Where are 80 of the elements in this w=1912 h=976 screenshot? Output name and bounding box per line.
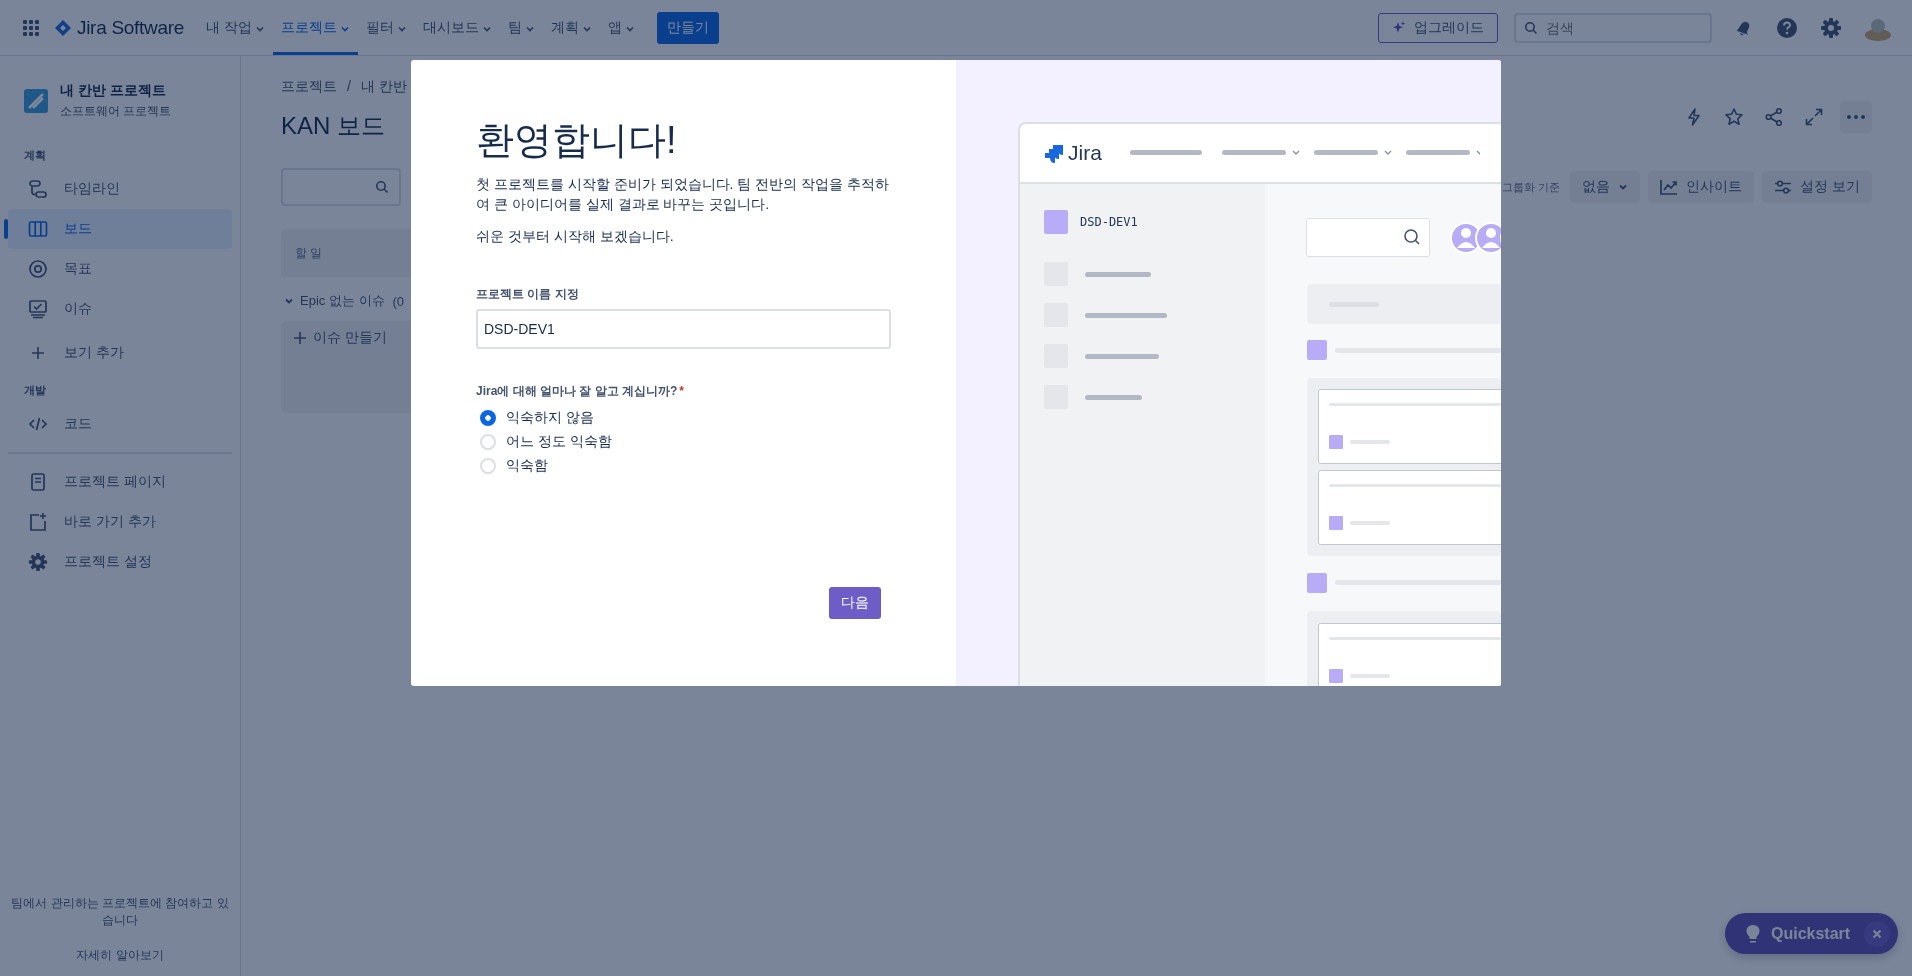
section-heading: 계획	[23, 148, 47, 163]
insights-button[interactable]: 인사이트	[1648, 171, 1755, 203]
radio-option[interactable]: 어느 정도 익숙함	[476, 429, 891, 454]
project-square-icon	[1044, 210, 1068, 234]
app-switcher-icon[interactable]	[22, 18, 40, 37]
create-issue-button[interactable]: 이슈 만들기	[293, 329, 387, 347]
star-icon[interactable]	[1724, 107, 1744, 127]
group-by-label: 그룹화 기준	[1502, 179, 1561, 195]
upgrade-button[interactable]: 업그레이드	[1378, 12, 1498, 43]
product-name[interactable]: Jira Software	[77, 16, 184, 39]
group-by-dropdown[interactable]: 없음	[1570, 171, 1641, 203]
help-icon[interactable]	[1776, 16, 1798, 39]
chart-icon	[1660, 179, 1679, 195]
sidebar-link[interactable]: 바로 가기 추가	[8, 502, 232, 542]
board-icon	[28, 219, 48, 239]
column-header: 할 일	[281, 229, 412, 277]
view-settings-button[interactable]: 설정 보기	[1762, 171, 1872, 203]
settings-icon[interactable]	[1820, 16, 1842, 39]
search-icon	[1524, 20, 1538, 35]
dialog-title: 환영합니다!	[476, 118, 678, 163]
chevron-down-icon[interactable]	[284, 296, 294, 306]
more-button[interactable]	[1840, 101, 1872, 133]
sidebar-item[interactable]: 타임라인	[8, 169, 232, 209]
radio-option[interactable]: 익숙함	[476, 453, 891, 478]
page-icon	[28, 472, 48, 492]
nav-menu-item[interactable]: 팀	[499, 0, 543, 55]
target-icon	[28, 259, 48, 279]
sidebar-link[interactable]: 프로젝트 페이지	[8, 462, 232, 502]
section-heading: 개발	[23, 383, 47, 398]
sliders-icon	[1774, 179, 1793, 195]
next-button[interactable]: 다음	[829, 587, 881, 619]
field-label: 프로젝트 이름 지정	[476, 285, 580, 303]
jira-logo-icon	[1044, 143, 1064, 163]
group-title: Epic 없는 이슈	[300, 292, 385, 310]
nav-menu-item[interactable]: 계획	[542, 0, 600, 55]
board-title: KAN 보드	[281, 111, 385, 141]
search-field[interactable]: 검색	[1514, 12, 1712, 43]
group-count: (0	[392, 293, 405, 309]
sidebar-item[interactable]: 이슈	[8, 289, 232, 329]
lightbulb-icon	[1745, 923, 1761, 944]
search-icon	[375, 180, 389, 194]
quickstart-button[interactable]: Quickstart	[1725, 913, 1899, 954]
more-icon	[1846, 114, 1866, 120]
sidebar-link[interactable]: 프로젝트 설정	[8, 542, 232, 582]
chevron-down-icon	[1618, 182, 1629, 192]
close-icon[interactable]	[1864, 920, 1891, 947]
jira-logo-icon	[54, 18, 72, 37]
nav-menu-item[interactable]: 앱	[599, 0, 643, 55]
illustration-project-name: DSD-DEV1	[1080, 215, 1138, 229]
radio-button[interactable]	[480, 409, 496, 426]
create-button[interactable]: 만들기	[656, 11, 719, 44]
project-avatar-icon	[24, 89, 48, 113]
project-name-field[interactable]: DSD-DEV1	[476, 308, 891, 349]
add-shortcut-icon	[28, 512, 48, 532]
sidebar-item[interactable]: 목표	[8, 249, 232, 289]
share-icon[interactable]	[1764, 107, 1784, 127]
project-type: 소프트웨어 프로젝트	[60, 103, 172, 120]
question-label: Jira에 대해 얼마나 잘 알고 계십니까? *	[476, 382, 686, 400]
breadcrumb-link[interactable]: 내 칸반	[360, 78, 407, 96]
timeline-icon	[28, 179, 48, 199]
nav-menu-item[interactable]: 필터	[357, 0, 415, 55]
learn-more-link[interactable]: 자세히 알아보기	[76, 947, 164, 964]
radio-option[interactable]: 익숙하지 않음	[476, 405, 891, 430]
nav-menu-item[interactable]: 프로젝트	[272, 0, 358, 55]
project-name: 내 칸반 프로젝트	[60, 82, 167, 100]
add-view-button[interactable]: 보기 추가	[8, 333, 232, 373]
expand-icon[interactable]	[1804, 107, 1824, 127]
breadcrumb-separator: /	[347, 78, 351, 96]
settings-icon	[28, 552, 48, 572]
dialog-text: 첫 프로젝트를 시작할 준비가 되었습니다. 팀 전반의 작업을 추적하여 큰 아이디어를 실제 결과로 바꾸는 곳입니다.	[476, 174, 890, 214]
nav-menu-item[interactable]: 내 작업	[198, 0, 273, 55]
breadcrumb-link[interactable]: 프로젝트	[281, 78, 337, 96]
issues-icon	[28, 299, 48, 319]
dialog-text: 쉬운 것부터 시작해 보겠습니다.	[476, 226, 675, 246]
logo-text: Jira	[1068, 141, 1102, 165]
footer-text: 팀에서 관리하는 프로젝트에 참여하고 있습니다	[10, 895, 230, 929]
nav-menu-item[interactable]: 대시보드	[414, 0, 500, 55]
plus-icon	[293, 331, 307, 345]
sidebar-item[interactable]: 코드	[8, 404, 232, 444]
board-search-field[interactable]	[281, 168, 401, 206]
